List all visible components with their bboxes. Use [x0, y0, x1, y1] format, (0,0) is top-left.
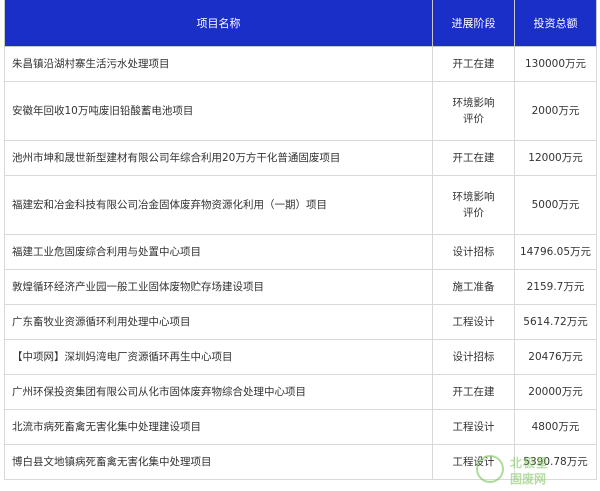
stage-text: 环境影响: [452, 97, 495, 109]
stage-text: 环境影响: [452, 191, 495, 203]
project-name-cell: 池州市坤和晟世新型建材有限公司年综合利用20万方干化普通固废项目: [4, 140, 433, 176]
table-header-row: 项目名称 进展阶段 投资总额: [4, 0, 597, 47]
project-name-cell: 福建宏和冶金科技有限公司冶金固体废弃物资源化利用（一期）项目: [4, 175, 433, 235]
table-row: 朱昌镇沿湖村寨生活污水处理项目 开工在建 130000万元: [4, 46, 597, 82]
table-row: 池州市坤和晟世新型建材有限公司年综合利用20万方干化普通固废项目 开工在建 1200…: [4, 140, 597, 176]
table-row: 广州环保投资集团有限公司从化市固体废弃物综合处理中心项目 开工在建 20000万元: [4, 374, 597, 410]
stage-text: 工程设计: [452, 456, 495, 468]
stage-cell: 工程设计: [432, 304, 515, 340]
stage-cell: 开工在建: [432, 374, 515, 410]
investment-cell: 2159.7万元: [514, 269, 597, 305]
stage-cell: 开工在建: [432, 46, 515, 82]
investment-cell: 4800万元: [514, 409, 597, 445]
stage-cell: 开工在建: [432, 140, 515, 176]
stage-cell: 施工准备: [432, 269, 515, 305]
stage-text: 开工在建: [452, 58, 495, 70]
stage-cell: 环境影响 评价: [432, 81, 515, 141]
table-row: 广东畜牧业资源循环利用处理中心项目 工程设计 5614.72万元: [4, 304, 597, 340]
stage-text: 评价: [463, 113, 484, 125]
project-name-cell: 博白县文地镇病死畜禽无害化集中处理项目: [4, 444, 433, 480]
project-name-cell: 【中项网】深圳妈湾电厂资源循环再生中心项目: [4, 339, 433, 375]
project-name-cell: 福建工业危固废综合利用与处置中心项目: [4, 234, 433, 270]
project-name-cell: 安徽年回收10万吨废旧铅酸蓄电池项目: [4, 81, 433, 141]
stage-cell: 环境影响 评价: [432, 175, 515, 235]
investment-cell: 2000万元: [514, 81, 597, 141]
stage-cell: 设计招标: [432, 234, 515, 270]
table-row: 福建宏和冶金科技有限公司冶金固体废弃物资源化利用（一期）项目 环境影响 评价 5000…: [4, 175, 597, 235]
table-body: 朱昌镇沿湖村寨生活污水处理项目 开工在建 130000万元 安徽年回收10万吨废旧铅酸…: [4, 46, 597, 480]
header-investment: 投资总额: [514, 0, 597, 47]
table-row: 【中项网】深圳妈湾电厂资源循环再生中心项目 设计招标 20476万元: [4, 339, 597, 375]
stage-text: 评价: [463, 207, 484, 219]
header-project-name: 项目名称: [4, 0, 433, 47]
investment-cell: 5390.78万元: [514, 444, 597, 480]
stage-cell: 设计招标: [432, 339, 515, 375]
project-name-cell: 广东畜牧业资源循环利用处理中心项目: [4, 304, 433, 340]
header-stage: 进展阶段: [432, 0, 515, 47]
project-name-cell: 敦煌循环经济产业园一般工业固体废物贮存场建设项目: [4, 269, 433, 305]
investment-cell: 12000万元: [514, 140, 597, 176]
stage-text: 开工在建: [452, 152, 495, 164]
table-row: 福建工业危固废综合利用与处置中心项目 设计招标 14796.05万元: [4, 234, 597, 270]
project-name-cell: 朱昌镇沿湖村寨生活污水处理项目: [4, 46, 433, 82]
project-name-cell: 广州环保投资集团有限公司从化市固体废弃物综合处理中心项目: [4, 374, 433, 410]
table-row: 北流市病死畜禽无害化集中处理建设项目 工程设计 4800万元: [4, 409, 597, 445]
table-row: 博白县文地镇病死畜禽无害化集中处理项目 工程设计 5390.78万元: [4, 444, 597, 480]
project-table: 项目名称 进展阶段 投资总额 朱昌镇沿湖村寨生活污水处理项目 开工在建 130000…: [4, 0, 597, 480]
table-row: 敦煌循环经济产业园一般工业固体废物贮存场建设项目 施工准备 2159.7万元: [4, 269, 597, 305]
table-row: 安徽年回收10万吨废旧铅酸蓄电池项目 环境影响 评价 2000万元: [4, 81, 597, 141]
investment-cell: 5614.72万元: [514, 304, 597, 340]
project-table-container: 项目名称 进展阶段 投资总额 朱昌镇沿湖村寨生活污水处理项目 开工在建 130000…: [4, 0, 597, 480]
investment-cell: 130000万元: [514, 46, 597, 82]
stage-text: 开工在建: [452, 386, 495, 398]
investment-cell: 20000万元: [514, 374, 597, 410]
investment-cell: 14796.05万元: [514, 234, 597, 270]
investment-cell: 20476万元: [514, 339, 597, 375]
stage-text: 工程设计: [452, 316, 495, 328]
stage-text: 设计招标: [452, 351, 495, 363]
project-name-cell: 北流市病死畜禽无害化集中处理建设项目: [4, 409, 433, 445]
investment-cell: 5000万元: [514, 175, 597, 235]
stage-cell: 工程设计: [432, 444, 515, 480]
stage-text: 施工准备: [452, 281, 495, 293]
stage-text: 设计招标: [452, 246, 495, 258]
stage-text: 工程设计: [452, 421, 495, 433]
stage-cell: 工程设计: [432, 409, 515, 445]
